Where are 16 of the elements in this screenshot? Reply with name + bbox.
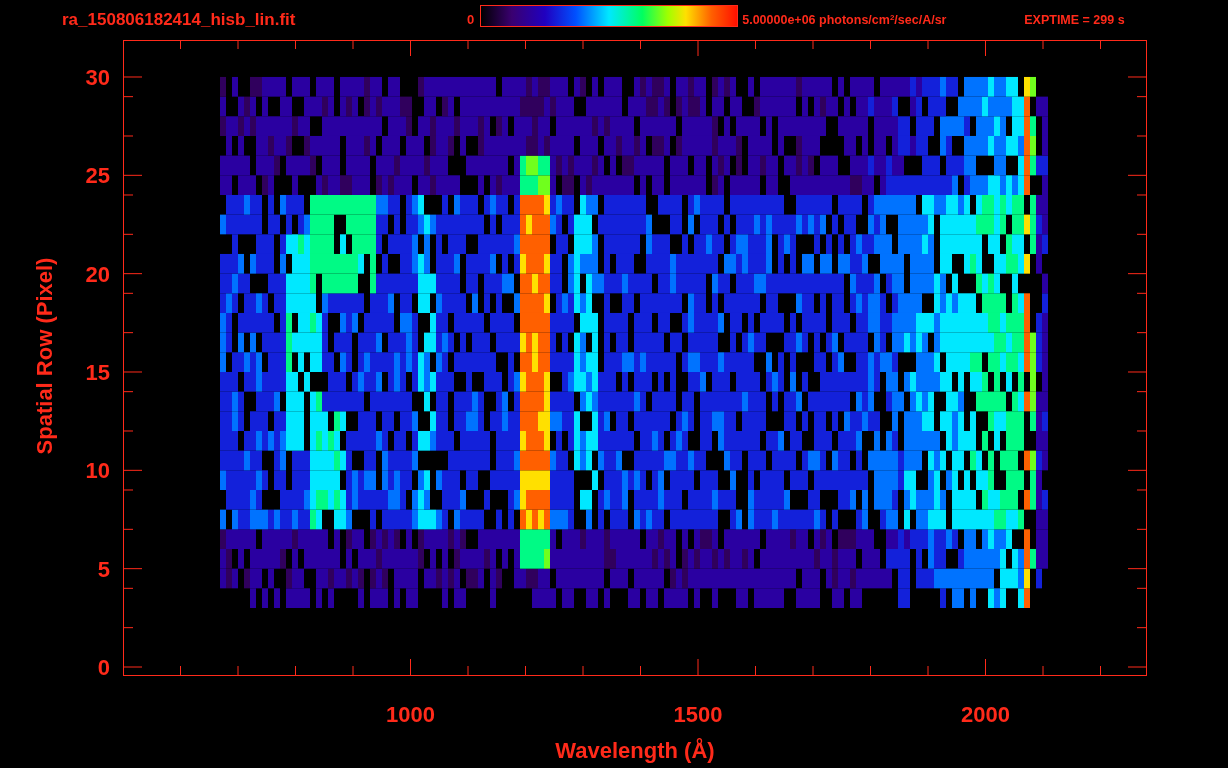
- y-tick-label: 15: [85, 360, 110, 385]
- exposure-time: EXPTIME = 299 s: [1024, 11, 1125, 29]
- y-tick-label: 20: [85, 261, 110, 287]
- plot-title: ra_150806182414_hisb_lin.fit: [62, 9, 297, 32]
- y-tick-label: 0: [97, 655, 110, 680]
- x-tick-label: 1500: [673, 702, 723, 727]
- y-tick-label: 10: [85, 458, 110, 484]
- y-axis-title: Spatial Row (Pixel): [32, 257, 57, 455]
- x-tick-label: 2000: [961, 702, 1010, 727]
- y-tick-label: 5: [97, 556, 110, 582]
- y-tick-label: 25: [85, 163, 110, 189]
- colorbar-min-label: 0: [467, 11, 475, 30]
- x-tick-label: 1000: [386, 702, 435, 727]
- x-axis-title: Wavelength (Å): [555, 738, 715, 763]
- y-tick-label: 30: [85, 65, 110, 90]
- colorbar-max-label: 5.00000e+06 photons/cm$^{2}$/sec/A/sr: [742, 11, 948, 29]
